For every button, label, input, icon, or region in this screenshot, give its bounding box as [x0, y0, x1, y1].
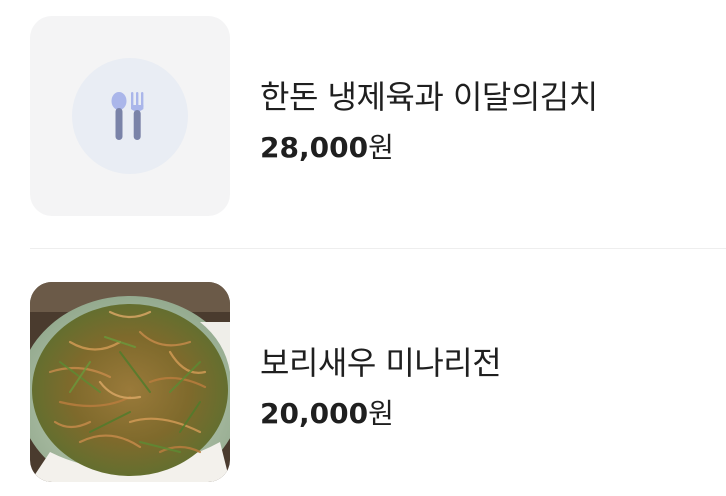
menu-item-name: 보리새우 미나리전	[260, 344, 502, 382]
pancake-photo	[30, 282, 230, 482]
price-amount: 20,000	[260, 397, 369, 430]
menu-item-price: 28,000원	[260, 126, 394, 166]
placeholder-circle	[72, 58, 188, 174]
menu-item-image-placeholder	[30, 16, 230, 216]
price-currency: 원	[368, 131, 394, 164]
menu-item[interactable]: 보리새우 미나리전 20,000원	[30, 282, 726, 482]
menu-item[interactable]: 한돈 냉제육과 이달의김치 28,000원	[30, 16, 726, 216]
price-amount: 28,000	[260, 131, 369, 164]
menu-item-photo	[30, 282, 230, 482]
utensils-icon	[111, 92, 144, 140]
menu-list: 한돈 냉제육과 이달의김치 28,000원 보리새우 미나리전 20,000원	[0, 0, 726, 496]
divider	[30, 248, 726, 249]
price-currency: 원	[368, 397, 394, 430]
menu-item-price: 20,000원	[260, 392, 394, 432]
menu-item-name: 한돈 냉제육과 이달의김치	[260, 78, 598, 116]
